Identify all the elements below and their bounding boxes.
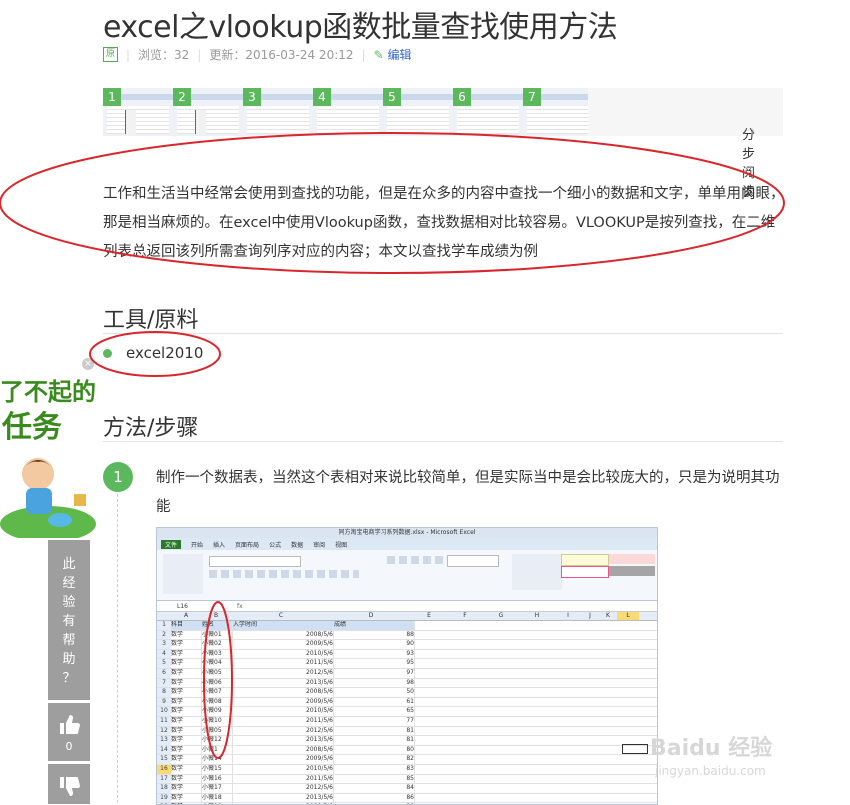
step-thumbnail[interactable]: 3	[243, 88, 313, 136]
like-button[interactable]: 0	[48, 703, 90, 761]
table-row: 19 数学 小薇18 2013/5/6 86	[157, 793, 657, 804]
excel-menu: 文件 开始 插入 页面布局 公式 数据 审阅 视图	[157, 538, 657, 550]
table-row: 13 数学 小薇12 2013/5/6 81	[157, 736, 657, 746]
column-headers: A B C D E F G H I J K L	[157, 612, 657, 621]
bullet-icon	[103, 348, 112, 358]
table-row: 18 数学 小薇17 2012/5/6 84	[157, 784, 657, 794]
thumbs-down-icon	[60, 777, 80, 796]
method-heading: 方法/步骤	[103, 416, 199, 441]
formula-bar: L16 fx	[157, 601, 657, 612]
tool-item: excel2010	[103, 344, 203, 362]
excel-screenshot[interactable]: 同方淘宝电商学习系列数据.xlsx - Microsoft Excel 文件 开…	[156, 527, 658, 805]
table-row: 2 数学 小薇01 2008/5/6 88	[157, 630, 657, 641]
table-row: 4 数学 小薇03 2010/5/6 93	[157, 649, 657, 660]
like-count: 0	[65, 740, 73, 753]
step-thumbnail[interactable]: 1	[103, 88, 173, 136]
table-row: 17 数学 小薇16 2011/5/6 85	[157, 774, 657, 785]
step-thumbnail[interactable]: 5	[383, 88, 453, 136]
divider	[103, 441, 783, 442]
step-thumbnail[interactable]: 6	[453, 88, 523, 136]
table-row: 10 数学 小薇09 2010/5/6 65	[157, 707, 657, 717]
table-row: 7 数学 小薇06 2013/5/6 98	[157, 678, 657, 689]
feedback-sidebar: 此经验有帮助？ 0	[48, 540, 90, 804]
table-row: 9 数学 小薇08 2009/5/6 61	[157, 697, 657, 708]
divider	[103, 333, 783, 334]
step-connector	[117, 494, 118, 803]
edit-link[interactable]: ✎ 编辑	[374, 46, 412, 63]
article-meta: 原 | 浏览：32 | 更新：2016-03-24 20:12 | ✎ 编辑	[103, 46, 411, 63]
tools-heading: 工具/原料	[103, 308, 199, 333]
promo-banner[interactable]: × 了不起的 任务	[0, 358, 96, 538]
table-row: 12 数学 小薇05 2012/5/6 81	[157, 726, 657, 737]
original-badge: 原	[103, 47, 118, 62]
step-number: 1	[103, 462, 133, 492]
step-thumbnail[interactable]: 2	[173, 88, 243, 136]
table-row: 14 数学 小薇1 2008/5/6 80	[157, 745, 657, 756]
name-box: L16	[177, 602, 188, 610]
helpful-prompt: 此经验有帮助？	[48, 540, 90, 700]
step-text: 制作一个数据表，当然这个表相对来说比较简单，但是实际当中是会比较庞大的，只是为说…	[156, 470, 780, 515]
table-row: 3 数学 小薇02 2009/5/6 90	[157, 640, 657, 650]
intro-paragraph: 工作和生活当中经常会使用到查找的功能，但是在众多的内容中查找一个细小的数据和文字…	[103, 186, 785, 260]
excel-ribbon	[157, 550, 657, 601]
table-row: 15 数学 小薇14 2009/5/6 82	[157, 755, 657, 765]
selected-cell	[622, 744, 648, 754]
baidu-watermark: Baidu 经验	[650, 736, 773, 761]
table-row: 16 数学 小薇15 2010/5/6 83	[157, 764, 657, 775]
chevron-right-icon: ›	[749, 124, 755, 139]
dislike-button[interactable]	[48, 764, 90, 804]
watermark-url: jingyan.baidu.com	[655, 764, 766, 778]
page-title: excel之vlookup函数批量查找使用方法	[103, 10, 618, 45]
step-read-button[interactable]: 分步阅读 ›	[588, 88, 783, 200]
pencil-icon: ✎	[373, 48, 384, 62]
step-thumbnail[interactable]: 4	[313, 88, 383, 136]
updated-time: 更新：2016-03-24 20:12	[209, 48, 354, 62]
excel-title-bar: 同方淘宝电商学习系列数据.xlsx - Microsoft Excel	[157, 528, 657, 538]
mascot-icon	[0, 458, 96, 538]
excel-grid: 1 科目 姓名 入学时间 成绩 2 数学 小薇01 2008/5/6 88 3 数学 小薇02…	[157, 621, 657, 804]
thumbs-up-icon	[60, 715, 80, 734]
step-thumbnail[interactable]: 7	[523, 88, 593, 136]
table-row: 8 数学 小薇07 2008/5/6 50	[157, 688, 657, 698]
close-icon[interactable]: ×	[82, 358, 94, 370]
table-header-row: 1 科目 姓名 入学时间 成绩	[157, 621, 657, 631]
step-thumbnails: 1 2 3 4 5 6 7	[103, 88, 593, 136]
table-row: 11 数学 小薇10 2011/5/6 77	[157, 716, 657, 727]
table-row: 5 数学 小薇04 2011/5/6 95	[157, 659, 657, 669]
table-row: 6 数学 小薇05 2012/5/6 97	[157, 668, 657, 679]
view-count: 浏览：32	[138, 48, 190, 62]
